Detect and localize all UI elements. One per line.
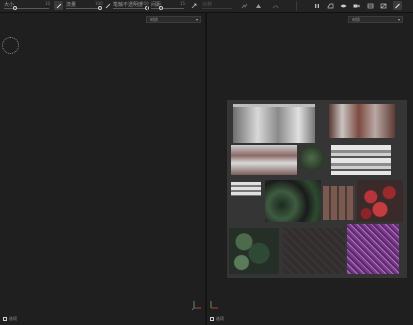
viewport-mode-dropdown[interactable]: 材质	[348, 16, 403, 23]
texture-chip	[231, 182, 261, 196]
size-value[interactable]: 10	[45, 1, 50, 6]
environment-icon[interactable]	[339, 1, 348, 10]
chevron-down-icon	[196, 19, 198, 21]
texture-chip	[323, 186, 355, 220]
size-slider[interactable]	[4, 8, 49, 9]
options-label: 选项	[216, 316, 224, 321]
paint-icon[interactable]	[393, 1, 402, 10]
flow-icon[interactable]	[103, 1, 112, 10]
mirror-icon[interactable]	[254, 1, 263, 10]
texture-chip	[265, 180, 321, 222]
viewport-mode-label: 材质	[352, 17, 360, 22]
flow-label: 流量	[66, 2, 77, 8]
axis-gizmo-icon	[192, 301, 201, 310]
chevron-down-icon	[398, 19, 400, 21]
stroke-opacity-slider[interactable]	[113, 8, 148, 9]
toolbar-separator	[296, 1, 297, 11]
pause-icon[interactable]	[312, 1, 321, 10]
viewport-mode-label: 材质	[150, 17, 158, 22]
viewport-mode-dropdown[interactable]: 材质	[146, 16, 201, 23]
brush-cursor	[2, 37, 19, 54]
axis-gizmo-icon	[210, 301, 218, 309]
toolbar-separator	[147, 1, 148, 11]
texture-chip	[357, 180, 403, 222]
brush-icon[interactable]	[54, 1, 63, 10]
uv-texture-sheet[interactable]	[227, 100, 407, 278]
spacing-slider[interactable]	[151, 8, 184, 9]
2d-viewport[interactable]: 材质 选项	[207, 13, 413, 325]
viewport-footer: 选项	[210, 316, 224, 322]
options-checkbox[interactable]	[210, 317, 214, 321]
video-icon[interactable]	[352, 1, 361, 10]
layers-icon[interactable]	[366, 1, 375, 10]
texture-chip	[331, 145, 391, 175]
3d-viewport[interactable]: 材质 选项	[0, 13, 205, 325]
texture-chip	[283, 228, 345, 274]
flow-slider-knob[interactable]	[98, 6, 103, 10]
spacing-icon[interactable]	[189, 1, 198, 10]
symmetry-label: 对称	[202, 2, 213, 8]
align-icon[interactable]	[240, 1, 249, 10]
options-checkbox[interactable]	[3, 317, 7, 321]
symmetry-slider	[202, 8, 232, 9]
texture-chip	[233, 104, 315, 143]
size-slider-knob[interactable]	[13, 6, 18, 10]
flow-slider[interactable]	[66, 8, 101, 9]
texture-chip	[329, 104, 395, 138]
options-label: 选项	[9, 316, 17, 321]
stroke-opacity-label: 笔触不透明度	[113, 2, 144, 8]
spacing-slider-knob[interactable]	[158, 6, 163, 10]
texture-chip	[231, 145, 297, 175]
texture-chip	[229, 228, 279, 274]
texture-chip	[301, 145, 327, 171]
texture-chip	[347, 224, 399, 274]
spacing-value[interactable]: 15	[180, 1, 185, 6]
viewport-footer: 选项	[3, 316, 17, 322]
camera-orbit-icon[interactable]	[326, 1, 335, 10]
symmetry-icon[interactable]	[271, 1, 280, 10]
display-icon[interactable]	[379, 1, 388, 10]
top-toolbar: 大小 10 流量 100 笔触不透明度 100 间距 15 对称	[0, 0, 413, 13]
